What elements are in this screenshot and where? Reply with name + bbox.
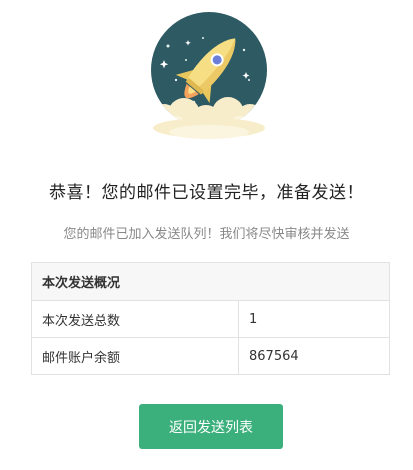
total-sent-value: 1: [238, 300, 390, 338]
back-to-send-list-button[interactable]: 返回发送列表: [139, 404, 283, 449]
table-header-row: 本次发送概况: [31, 262, 390, 301]
send-summary-table: 本次发送概况 本次发送总数 1 邮件账户余额 867564: [31, 262, 390, 375]
total-sent-label: 本次发送总数: [31, 300, 239, 338]
success-subtitle: 您的邮件已加入发送队列！我们将尽快审核并发送: [63, 227, 350, 242]
table-row: 本次发送总数 1: [31, 300, 390, 338]
table-header: 本次发送概况: [31, 262, 390, 301]
rocket-icon: [151, 12, 267, 139]
send-success-page: 恭喜！您的邮件已设置完毕，准备发送！ 您的邮件已加入发送队列！我们将尽快审核并发…: [0, 0, 413, 470]
account-balance-value: 867564: [238, 337, 390, 375]
success-title: 恭喜！您的邮件已设置完毕，准备发送！: [49, 183, 364, 203]
hero-illustration: [146, 10, 272, 140]
table-row: 邮件账户余额 867564: [31, 337, 390, 375]
account-balance-label: 邮件账户余额: [31, 337, 239, 375]
